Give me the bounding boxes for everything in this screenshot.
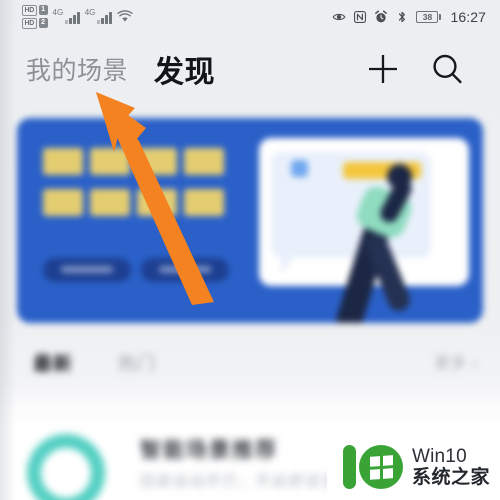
network-type-label-2: 4G [84, 8, 96, 17]
promo-banner-inner [17, 118, 483, 323]
tab-discover[interactable]: 发现 [154, 47, 215, 91]
banner-headline-line-2 [43, 189, 238, 216]
speech-bubble-tail [281, 256, 294, 276]
logo-digit-zero [358, 445, 403, 489]
illustration-blue-chip [291, 160, 308, 177]
network-type-label-1: 4G [52, 8, 64, 17]
sim2-row: HD 2 [22, 17, 48, 29]
logo-digit-one [342, 445, 356, 489]
status-bar-left: HD 1 HD 2 4G 4G [22, 4, 133, 29]
signal-2-group: 4G [85, 9, 112, 24]
plus-icon[interactable] [366, 52, 400, 86]
banner-button-primary[interactable] [43, 258, 131, 282]
phone-screen: HD 1 HD 2 4G 4G 38 16:27 我的场景 发现 最新 热门 更… [0, 0, 500, 500]
status-bar: HD 1 HD 2 4G 4G 38 16:27 [0, 0, 500, 33]
sim2-badge-icon: 2 [38, 18, 48, 28]
sim1-row: HD 1 [22, 4, 48, 16]
search-icon[interactable] [430, 52, 464, 86]
promo-banner[interactable] [17, 118, 483, 323]
battery-indicator: 38 [416, 10, 442, 23]
tab-my-scene[interactable]: 我的场景 [26, 51, 128, 87]
illustration-person-head [387, 164, 412, 189]
banner-headline-block [43, 148, 238, 230]
section-tab-bar: 最新 热门 更多 › [0, 344, 500, 388]
watermark-badge: Win10 系统之家 [326, 434, 500, 500]
hd-badge-icon-2: HD [22, 17, 37, 29]
signal-bars-icon-1 [65, 11, 80, 24]
banner-illustration-card [259, 138, 469, 323]
list-item-subtitle: 回家自动开灯，开启舒适生活 [140, 473, 355, 490]
nfc-icon [353, 10, 367, 24]
banner-buttons[interactable] [43, 258, 229, 282]
battery-level-label: 38 [416, 10, 439, 23]
banner-headline-line-1 [43, 148, 238, 175]
nav-actions [366, 52, 464, 86]
alarm-clock-icon [374, 10, 388, 24]
section-tab-latest[interactable]: 最新 [33, 349, 73, 376]
status-bar-right: 38 16:27 [332, 9, 486, 25]
ring-icon [27, 434, 105, 500]
win10-logo-icon [342, 445, 403, 489]
eye-comfort-icon [332, 10, 346, 24]
section-tab-hot[interactable]: 热门 [118, 350, 156, 376]
battery-cap [439, 13, 442, 20]
list-item-title: 智能场景推荐 [140, 439, 278, 462]
status-bar-clock: 16:27 [450, 8, 486, 25]
dual-sim-indicator: HD 1 HD 2 [22, 4, 48, 29]
top-navigation-bar: 我的场景 发现 [0, 33, 500, 105]
section-more-link[interactable]: 更多 › [435, 352, 478, 373]
watermark-subtitle: 系统之家 [411, 467, 490, 488]
hd-badge-icon: HD [22, 4, 37, 16]
windows-glyph-icon [369, 454, 393, 480]
sim1-badge-icon: 1 [38, 5, 48, 15]
signal-bars-icon-2 [97, 11, 112, 24]
bluetooth-icon [395, 10, 409, 24]
watermark-text: Win10 系统之家 [412, 446, 490, 489]
signal-1-group: 4G [53, 9, 80, 24]
banner-button-secondary[interactable] [141, 258, 229, 282]
wifi-icon [117, 10, 133, 23]
watermark-title: Win10 [411, 445, 467, 467]
